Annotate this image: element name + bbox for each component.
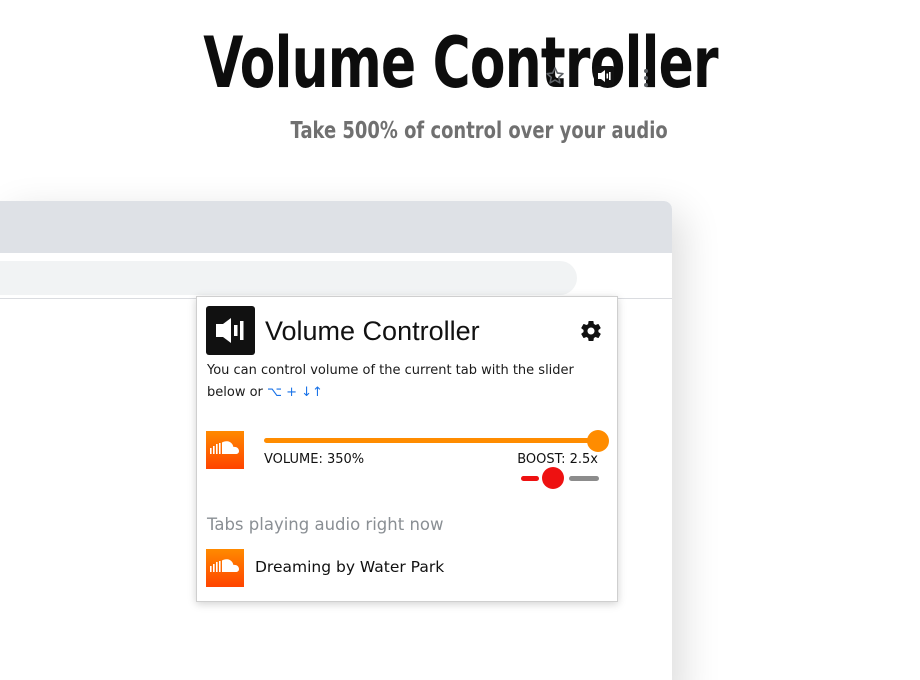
- volume-label: VOLUME: 350%: [264, 452, 365, 467]
- browser-tabstrip: [0, 201, 672, 253]
- volume-extension-icon[interactable]: [594, 66, 614, 86]
- soundcloud-icon: [206, 431, 244, 469]
- address-bar[interactable]: [0, 261, 577, 295]
- volume-popup: Volume Controller You can control volume…: [196, 296, 618, 602]
- boost-slider-fill[interactable]: [521, 476, 539, 481]
- boost-slider-thumb[interactable]: [542, 467, 564, 489]
- star-icon[interactable]: [544, 65, 566, 87]
- audio-tab-title[interactable]: Dreaming by Water Park: [255, 558, 444, 576]
- hero-title: Volume Controller: [203, 22, 718, 104]
- volume-slider-thumb[interactable]: [587, 430, 609, 452]
- volume-slider-track[interactable]: [264, 438, 596, 443]
- speaker-icon: [206, 306, 255, 355]
- popup-description: You can control volume of the current ta…: [207, 360, 607, 404]
- tabs-heading: Tabs playing audio right now: [207, 515, 444, 534]
- hero-subtitle: Take 500% of control over your audio: [290, 118, 668, 144]
- keyboard-shortcut: ⌥ + ↓↑: [267, 385, 323, 400]
- boost-label: BOOST: 2.5x: [517, 452, 598, 467]
- browser-toolbar: [0, 253, 672, 299]
- soundcloud-icon[interactable]: [206, 549, 244, 587]
- popup-title: Volume Controller: [265, 316, 480, 346]
- more-vert-icon[interactable]: [637, 67, 655, 87]
- boost-slider-track[interactable]: [569, 476, 599, 481]
- gear-icon[interactable]: [579, 319, 603, 343]
- description-text: You can control volume of the current ta…: [207, 363, 574, 400]
